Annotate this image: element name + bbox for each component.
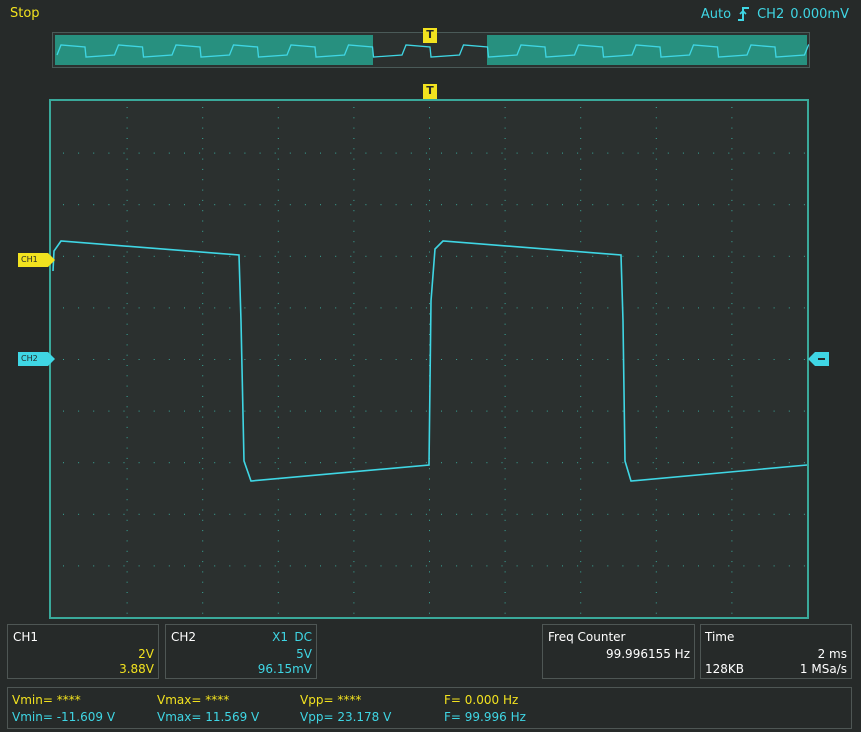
ch2-scale: 5V (296, 647, 312, 661)
ch1-panel[interactable]: CH1 2V 3.88V (7, 624, 159, 679)
ch2-vmin: Vmin= -11.609 V (12, 710, 116, 724)
trigger-position-marker[interactable]: T (423, 84, 437, 99)
freq-counter-panel[interactable]: Freq Counter 99.996155 Hz (542, 624, 695, 679)
ch1-panel-title: CH1 (13, 630, 39, 644)
freq-counter-title: Freq Counter (548, 630, 626, 644)
ch1-vmax: Vmax= **** (157, 693, 230, 707)
ch1-freq: F= 0.000 Hz (444, 693, 519, 707)
ch2-coupling: DC (294, 630, 312, 644)
trigger-source: CH2 (757, 6, 785, 22)
trigger-level: 0.000mV (790, 6, 849, 22)
ch1-marker[interactable]: CH1 (18, 253, 55, 267)
trigger-level-marker[interactable] (808, 352, 829, 366)
measurement-bar[interactable]: Vmin= **** Vmax= **** Vpp= **** F= 0.000… (7, 687, 852, 729)
scope-grid (52, 107, 808, 614)
ch2-waveform (52, 240, 808, 482)
overview-trigger-marker[interactable]: T (423, 28, 437, 43)
ch2-vpp: Vpp= 23.178 V (300, 710, 392, 724)
ch2-panel-title: CH2 (171, 630, 197, 644)
trigger-mode: Auto (700, 6, 732, 22)
memory-depth: 128KB (705, 662, 745, 676)
timebase-value: 2 ms (817, 647, 847, 661)
ch2-panel[interactable]: CH2 X1 DC 5V 96.15mV (165, 624, 317, 679)
ch1-scale: 2V (138, 647, 154, 661)
ch1-vpp: Vpp= **** (300, 693, 362, 707)
ch2-marker[interactable]: CH2 (18, 352, 55, 366)
rising-edge-icon (738, 7, 750, 21)
freq-counter-value: 99.996155 Hz (605, 647, 690, 661)
trigger-info[interactable]: Auto CH2 0.000mV (701, 6, 849, 22)
ch2-offset: 96.15mV (257, 662, 312, 676)
ch1-vmin: Vmin= **** (12, 693, 81, 707)
scope-display[interactable] (49, 99, 809, 619)
ch2-probe: X1 (272, 630, 288, 644)
ch2-freq: F= 99.996 Hz (444, 710, 526, 724)
sample-rate: 1 MSa/s (799, 662, 847, 676)
time-panel[interactable]: Time 2 ms 128KB 1 MSa/s (700, 624, 852, 679)
run-status: Stop (10, 6, 40, 21)
time-panel-title: Time (705, 630, 735, 644)
ch2-vmax: Vmax= 11.569 V (157, 710, 260, 724)
ch1-offset: 3.88V (119, 662, 154, 676)
